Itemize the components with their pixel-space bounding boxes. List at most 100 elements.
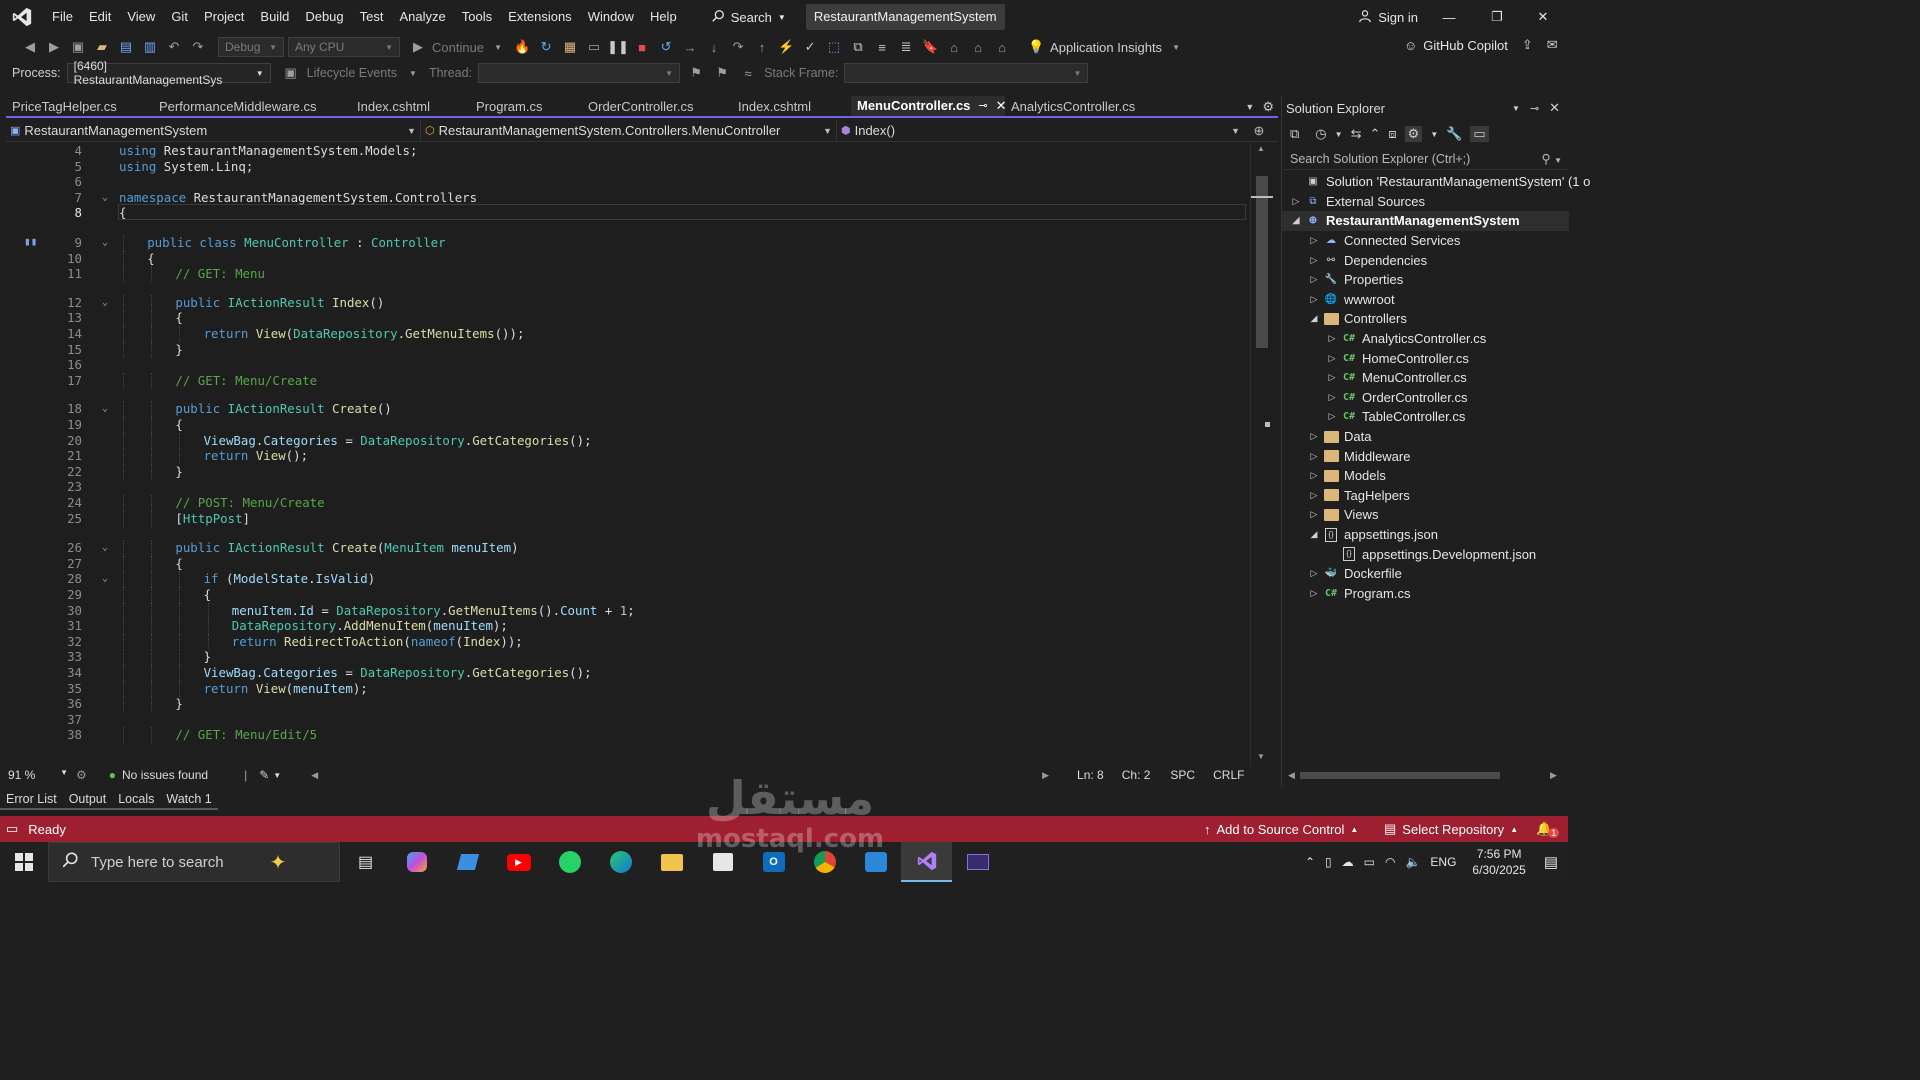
- live-tree-icon[interactable]: ⧉: [848, 37, 868, 57]
- fold-toggle-icon[interactable]: ⌄: [102, 571, 108, 587]
- tree-item[interactable]: ▷ C# AnalyticsController.cs: [1282, 329, 1569, 349]
- code-line[interactable]: 37: [6, 712, 1246, 728]
- show-next-statement-icon[interactable]: →: [680, 37, 700, 57]
- code-editor[interactable]: ▮▮ 4 using RestaurantManagementSystem.Mod…: [6, 142, 1250, 766]
- scroll-right-icon[interactable]: ▶: [1550, 770, 1557, 781]
- tree-item[interactable]: ▷ ⚯ Dependencies: [1282, 250, 1569, 270]
- taskbar-app-visual-studio[interactable]: [901, 842, 952, 882]
- switch-views-icon[interactable]: ⧉: [1290, 126, 1299, 142]
- clear-bookmarks-icon[interactable]: ⌂: [992, 37, 1012, 57]
- forward-icon[interactable]: ▶: [44, 37, 64, 57]
- tab-pricetaghelper[interactable]: PriceTagHelper.cs: [6, 96, 153, 116]
- code-line[interactable]: 12 ⌄ public IActionResult Index(): [6, 294, 1246, 311]
- tree-item[interactable]: ▷ 🌐 wwwroot: [1282, 290, 1569, 310]
- step-into-icon[interactable]: ↓: [704, 37, 724, 57]
- menu-analyze[interactable]: Analyze: [391, 0, 453, 34]
- search-box[interactable]: Search ▼: [701, 4, 796, 30]
- next-bookmark-icon[interactable]: ⌂: [968, 37, 988, 57]
- code-line[interactable]: 10 {: [6, 250, 1246, 267]
- output-window-icon[interactable]: ▭: [6, 821, 18, 837]
- collapsed-arrow-icon[interactable]: ▷: [1290, 196, 1302, 207]
- tab-watch-1[interactable]: Watch 1: [160, 790, 218, 810]
- tree-item[interactable]: ▷ C# TableController.cs: [1282, 407, 1569, 427]
- code-line[interactable]: 34 ViewBag.Categories = DataRepository.Ge…: [6, 665, 1246, 681]
- taskbar-app-store[interactable]: [697, 842, 748, 882]
- collapsed-arrow-icon[interactable]: ▷: [1308, 431, 1320, 442]
- scroll-left-icon[interactable]: ◀: [311, 770, 318, 781]
- github-copilot-button[interactable]: ☺ GitHub Copilot ⇪ ✉: [1404, 37, 1558, 53]
- menu-extensions[interactable]: Extensions: [500, 0, 580, 34]
- wifi-icon[interactable]: ◠: [1385, 855, 1395, 869]
- collapsed-arrow-icon[interactable]: ▷: [1308, 235, 1320, 246]
- collapsed-arrow-icon[interactable]: ▷: [1326, 411, 1338, 422]
- tree-item[interactable]: ▷ Models: [1282, 466, 1569, 486]
- collapsed-arrow-icon[interactable]: ▷: [1308, 294, 1320, 305]
- code-line[interactable]: 36}: [6, 696, 1246, 713]
- preview-icon[interactable]: ▭: [1470, 126, 1489, 142]
- editor-vertical-scrollbar[interactable]: ▲ ▼: [1250, 142, 1273, 766]
- tab-index-cshtml-1[interactable]: Index.cshtml: [351, 96, 470, 116]
- back-icon[interactable]: ◀: [20, 37, 40, 57]
- scroll-left-icon[interactable]: ◀: [1288, 770, 1295, 781]
- code-line[interactable]: 8{: [6, 205, 1246, 221]
- code-line[interactable]: 32 return RedirectToAction(nameof(Index))…: [6, 633, 1246, 650]
- stop-icon[interactable]: ■: [632, 37, 652, 57]
- tab-error-list[interactable]: Error List: [0, 790, 63, 810]
- notification-center-icon[interactable]: ▤: [1544, 853, 1558, 871]
- continue-button[interactable]: Continue: [432, 40, 484, 55]
- code-line[interactable]: 26 ⌄ public IActionResult Create(MenuItem …: [6, 540, 1246, 557]
- browser-link-icon[interactable]: ▦: [560, 37, 580, 57]
- scroll-down-icon[interactable]: ▼: [1257, 752, 1265, 761]
- platform-select[interactable]: Any CPU ▼: [288, 37, 400, 57]
- fold-toggle-icon[interactable]: ⌄: [102, 235, 108, 251]
- tree-item[interactable]: ▷ C# Program.cs: [1282, 584, 1569, 604]
- taskbar-app-whatsapp[interactable]: [544, 842, 595, 882]
- tree-item[interactable]: {} appsettings.Development.json: [1282, 544, 1569, 564]
- select-element-icon[interactable]: ⬚: [824, 37, 844, 57]
- tree-item[interactable]: ◢ Controllers: [1282, 309, 1569, 329]
- share-icon[interactable]: ⇪: [1522, 37, 1533, 53]
- code-line[interactable]: 19 {: [6, 417, 1246, 433]
- tab-analyticscontroller[interactable]: AnalyticsController.cs: [1005, 96, 1165, 116]
- spell-check-icon[interactable]: ✓: [800, 37, 820, 57]
- code-line[interactable]: 6: [6, 174, 1246, 190]
- fold-toggle-icon[interactable]: ⌄: [102, 540, 108, 556]
- language-indicator[interactable]: ENG: [1430, 855, 1456, 869]
- pin-icon[interactable]: ⊸: [1530, 102, 1539, 115]
- zoom-select[interactable]: 91 % ▼: [6, 768, 68, 782]
- code-line[interactable]: 22}: [6, 463, 1246, 480]
- show-all-files-icon[interactable]: ⧈: [1388, 126, 1396, 142]
- restore-button[interactable]: ❐: [1474, 0, 1520, 34]
- code-cleanup-icon[interactable]: ⚙: [76, 768, 87, 782]
- indent-icon[interactable]: ≡: [872, 37, 892, 57]
- collapsed-arrow-icon[interactable]: ▷: [1326, 392, 1338, 403]
- tree-item[interactable]: ▷ 🐳 Dockerfile: [1282, 564, 1569, 584]
- menu-help[interactable]: Help: [642, 0, 685, 34]
- properties-icon[interactable]: 🔧: [1446, 126, 1462, 142]
- pause-icon[interactable]: ❚❚: [607, 37, 629, 57]
- tab-ordercontroller[interactable]: OrderController.cs: [582, 96, 732, 116]
- taskbar-app-edge[interactable]: [595, 842, 646, 882]
- step-over-icon[interactable]: ↷: [728, 37, 748, 57]
- onedrive-icon[interactable]: ☁: [1342, 855, 1354, 869]
- solution-explorer-horizontal-scrollbar[interactable]: ◀ ▶: [1282, 768, 1569, 782]
- code-line[interactable]: 35 return View(menuItem);: [6, 680, 1246, 697]
- clock[interactable]: 7:56 PM 6/30/2025: [1472, 846, 1525, 878]
- taskbar-app-chrome[interactable]: [799, 842, 850, 882]
- code-line[interactable]: 13 {: [6, 310, 1246, 327]
- type-dropdown[interactable]: ⬡ RestaurantManagementSystem.Controllers…: [420, 119, 836, 142]
- thread-select[interactable]: ▼: [478, 63, 681, 83]
- minimize-button[interactable]: —: [1426, 0, 1472, 34]
- step-out-icon[interactable]: ↑: [752, 37, 772, 57]
- menu-window[interactable]: Window: [580, 0, 642, 34]
- code-line[interactable]: 14 return View(DataRepository.GetMenuItem…: [6, 326, 1246, 342]
- phone-link-icon[interactable]: ▯: [1325, 855, 1332, 869]
- battery-icon[interactable]: ▭: [1364, 855, 1375, 869]
- scroll-up-icon[interactable]: ▲: [1257, 144, 1265, 153]
- code-line[interactable]: 17 // GET: Menu/Create: [6, 372, 1246, 389]
- close-window-button[interactable]: ✕: [1520, 0, 1566, 34]
- collapsed-arrow-icon[interactable]: ▷: [1308, 490, 1320, 501]
- sync-icon[interactable]: ⇆: [1351, 126, 1362, 142]
- code-line[interactable]: 28 ⌄ if (ModelState.IsValid): [6, 571, 1246, 588]
- code-line[interactable]: 30 menuItem.Id = DataRepository.GetMenuIt…: [6, 602, 1246, 619]
